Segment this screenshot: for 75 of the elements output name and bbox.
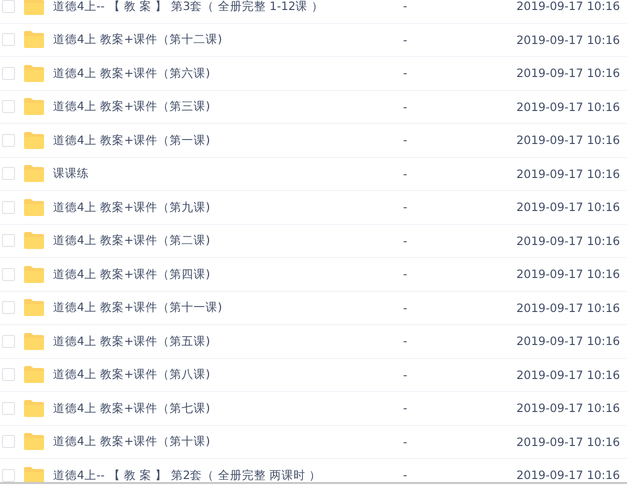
checkbox[interactable] xyxy=(2,66,15,80)
folder-icon xyxy=(24,31,44,48)
file-name[interactable]: 道德4上 教案+课件（第四课) xyxy=(53,268,403,281)
file-name[interactable]: 课课练 xyxy=(53,167,403,180)
file-size: - xyxy=(403,100,408,114)
folder-icon xyxy=(24,332,44,350)
file-size: - xyxy=(403,200,408,214)
file-name[interactable]: 道德4上 教案+课件（第二课) xyxy=(53,234,403,248)
modified-date: 2019-09-17 10:16 xyxy=(516,32,620,47)
checkbox[interactable] xyxy=(2,402,15,415)
file-name[interactable]: 道德4上 教案+课件（第十课) xyxy=(53,435,403,448)
file-size: - xyxy=(403,0,408,14)
modified-date: 2019-09-17 10:16 xyxy=(516,234,620,248)
folder-icon xyxy=(24,198,44,216)
checkbox[interactable] xyxy=(2,268,15,281)
checkbox[interactable] xyxy=(2,33,15,46)
folder-icon xyxy=(24,266,44,283)
file-size: - xyxy=(403,401,408,416)
file-size: - xyxy=(403,267,408,282)
folder-icon xyxy=(24,299,44,316)
modified-date: 2019-09-17 10:16 xyxy=(516,368,620,382)
checkbox[interactable] xyxy=(2,301,15,314)
modified-date: 2019-09-17 10:16 xyxy=(516,267,620,282)
folder-icon xyxy=(24,232,44,250)
file-name[interactable]: 道德4上 教案+课件（第三课) xyxy=(53,100,403,114)
file-size: - xyxy=(403,434,408,449)
folder-icon xyxy=(24,0,44,15)
checkbox[interactable] xyxy=(2,234,15,248)
file-name[interactable]: 道德4上 教案+课件（第一课) xyxy=(53,134,403,147)
checkbox[interactable] xyxy=(2,167,15,180)
folder-icon xyxy=(24,366,44,384)
file-size: - xyxy=(403,334,408,348)
folder-icon xyxy=(24,132,44,149)
modified-date: 2019-09-17 10:16 xyxy=(516,100,620,114)
file-size: - xyxy=(403,166,408,181)
modified-date: 2019-09-17 10:16 xyxy=(516,300,620,315)
file-size: - xyxy=(403,32,408,47)
file-name[interactable]: 道德4上-- 【 教 案 】 第3套（ 全册完整 1-12课 ） xyxy=(53,0,403,13)
checkbox[interactable] xyxy=(2,200,15,214)
modified-date: 2019-09-17 10:16 xyxy=(516,468,620,482)
modified-date: 2019-09-17 10:16 xyxy=(516,434,620,449)
file-size: - xyxy=(403,234,408,248)
checkbox[interactable] xyxy=(2,435,15,448)
folder-icon xyxy=(24,433,44,450)
checkbox[interactable] xyxy=(2,100,15,114)
checkbox[interactable] xyxy=(2,134,15,147)
folder-icon xyxy=(24,98,44,116)
checkbox[interactable] xyxy=(2,0,15,13)
file-size: - xyxy=(403,133,408,148)
folder-icon xyxy=(24,64,44,82)
file-name[interactable]: 道德4上 教案+课件（第九课) xyxy=(53,200,403,214)
file-size: - xyxy=(403,66,408,80)
checkbox[interactable] xyxy=(2,334,15,348)
modified-date: 2019-09-17 10:16 xyxy=(516,66,620,80)
file-name[interactable]: 道德4上 教案+课件（第七课) xyxy=(53,402,403,415)
file-size: - xyxy=(403,468,408,482)
file-name[interactable]: 道德4上-- 【 教 案 】 第2套（ 全册完整 两课时 ） xyxy=(53,468,403,482)
checkbox[interactable] xyxy=(2,468,15,482)
file-name[interactable]: 道德4上 教案+课件（第五课) xyxy=(53,334,403,348)
file-name[interactable]: 道德4上 教案+课件（第十二课) xyxy=(53,33,403,46)
file-name[interactable]: 道德4上 教案+课件（第八课) xyxy=(53,368,403,382)
modified-date: 2019-09-17 10:16 xyxy=(516,401,620,416)
folder-icon xyxy=(24,165,44,182)
file-size: - xyxy=(403,300,408,315)
folder-icon xyxy=(24,400,44,417)
modified-date: 2019-09-17 10:16 xyxy=(516,334,620,348)
modified-date: 2019-09-17 10:16 xyxy=(516,0,620,14)
folder-icon xyxy=(24,466,44,482)
file-size: - xyxy=(403,368,408,382)
modified-date: 2019-09-17 10:16 xyxy=(516,200,620,214)
modified-date: 2019-09-17 10:16 xyxy=(516,133,620,148)
modified-date: 2019-09-17 10:16 xyxy=(516,166,620,181)
checkbox[interactable] xyxy=(2,368,15,382)
file-name[interactable]: 道德4上 教案+课件（第十一课) xyxy=(53,301,403,314)
file-name[interactable]: 道德4上 教案+课件（第六课) xyxy=(53,66,403,80)
